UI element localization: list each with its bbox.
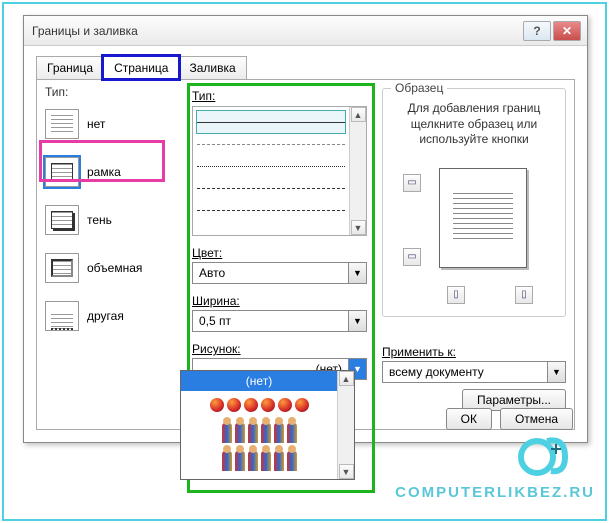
apply-to-row: Применить к: всему документу ▼ Параметры…	[382, 345, 566, 411]
preview-grid: ▭ ▭	[391, 156, 557, 286]
width-value: 0,5 пт	[193, 314, 348, 328]
setting-shadow-label: тень	[87, 213, 112, 227]
ball-icon	[261, 398, 275, 412]
preview-fieldset: Образец Для добавления границ щелкните о…	[382, 88, 566, 317]
person-icon	[287, 451, 297, 471]
person-icon	[235, 423, 245, 443]
tabstrip: Граница Страница Заливка	[36, 56, 246, 79]
tab-border[interactable]: Граница	[36, 56, 104, 79]
person-icon	[261, 451, 271, 471]
person-icon	[248, 451, 258, 471]
art-dropdown-scrollbar[interactable]: ▲ ▼	[337, 371, 354, 479]
ball-icon	[295, 398, 309, 412]
width-label: Ширина:	[192, 294, 372, 308]
preview-column: Образец Для добавления границ щелкните о…	[382, 85, 566, 411]
person-icon	[287, 423, 297, 443]
chevron-down-icon[interactable]: ▼	[348, 311, 366, 331]
close-button[interactable]: ✕	[553, 21, 581, 41]
setting-none[interactable]: нет	[45, 109, 180, 139]
apply-to-combo[interactable]: всему документу ▼	[382, 361, 566, 383]
person-icon	[248, 423, 258, 443]
setting-none-label: нет	[87, 117, 105, 131]
scroll-down-icon[interactable]: ▼	[351, 220, 366, 235]
scroll-down-icon[interactable]: ▼	[339, 464, 354, 479]
line-style-dash[interactable]	[197, 177, 345, 199]
chevron-down-icon[interactable]: ▼	[547, 362, 565, 382]
color-combo[interactable]: Авто ▼	[192, 262, 367, 284]
ball-icon	[227, 398, 241, 412]
setting-shadow-icon	[45, 205, 79, 235]
setting-3d-label: объемная	[87, 261, 142, 275]
scroll-up-icon[interactable]: ▲	[351, 107, 366, 122]
setting-shadow[interactable]: тень	[45, 205, 180, 235]
apply-to-label: Применить к:	[382, 345, 566, 359]
color-value: Авто	[193, 266, 348, 280]
art-option-balls[interactable]	[181, 391, 337, 419]
person-icon	[222, 451, 232, 471]
dialog-title: Границы и заливка	[30, 24, 523, 38]
art-dropdown-popup: (нет) ▲ ▼	[180, 370, 355, 480]
person-icon	[235, 451, 245, 471]
setting-box-icon	[45, 157, 79, 187]
tab-page[interactable]: Страница	[103, 56, 179, 79]
setting-custom[interactable]: другая	[45, 301, 180, 331]
setting-custom-label: другая	[87, 309, 124, 323]
scroll-up-icon[interactable]: ▲	[339, 371, 354, 386]
setting-box[interactable]: рамка	[45, 157, 180, 187]
setting-3d[interactable]: объемная	[45, 253, 180, 283]
line-style-dash-wide[interactable]	[197, 133, 345, 155]
setting-3d-icon	[45, 253, 79, 283]
art-option-none[interactable]: (нет)	[181, 371, 337, 391]
border-right-button[interactable]: ▯	[515, 286, 533, 304]
width-combo[interactable]: 0,5 пт ▼	[192, 310, 367, 332]
art-option-people2[interactable]	[181, 447, 337, 475]
line-style-scrollbar[interactable]: ▲ ▼	[349, 107, 366, 235]
ball-icon	[278, 398, 292, 412]
ball-icon	[210, 398, 224, 412]
person-icon	[274, 451, 284, 471]
art-label: Рисунок:	[192, 342, 372, 356]
person-icon	[222, 423, 232, 443]
line-style-dot[interactable]	[197, 155, 345, 177]
type-heading: Тип:	[45, 85, 180, 99]
page-preview[interactable]	[439, 168, 527, 268]
border-top-button[interactable]: ▭	[403, 174, 421, 192]
titlebar: Границы и заливка ? ✕	[24, 16, 587, 46]
chevron-down-icon[interactable]: ▼	[348, 263, 366, 283]
line-style-list[interactable]: ▲ ▼	[192, 106, 367, 236]
line-style-solid[interactable]	[197, 111, 345, 133]
line-style-dash2[interactable]	[197, 199, 345, 221]
ball-icon	[244, 398, 258, 412]
line-style-items	[193, 107, 349, 235]
style-heading: Тип:	[192, 89, 372, 103]
help-button[interactable]: ?	[523, 21, 551, 41]
watermark-text: COMPUTERLIKBEZ.RU	[395, 484, 595, 501]
setting-custom-icon	[45, 301, 79, 331]
page-preview-text-icon	[453, 193, 513, 243]
preview-hint: Для добавления границ щелкните образец и…	[391, 101, 557, 148]
border-left-button[interactable]: ▯	[447, 286, 465, 304]
tab-shading[interactable]: Заливка	[178, 56, 246, 79]
person-icon	[274, 423, 284, 443]
setting-box-label: рамка	[87, 165, 121, 179]
color-label: Цвет:	[192, 246, 372, 260]
setting-type-column: Тип: нет рамка тень объемная другая	[45, 85, 180, 349]
apply-to-value: всему документу	[383, 365, 547, 379]
ok-button[interactable]: ОК	[446, 408, 492, 430]
border-bottom-button[interactable]: ▭	[403, 248, 421, 266]
person-icon	[261, 423, 271, 443]
art-option-people[interactable]	[181, 419, 337, 447]
preview-heading: Образец	[391, 81, 447, 95]
site-logo-icon	[517, 427, 577, 479]
close-icon: ✕	[562, 24, 572, 38]
style-column: Тип: ▲ ▼ Цвет: Авто ▼ Ширина:	[192, 85, 372, 380]
window-controls: ? ✕	[523, 21, 581, 41]
setting-none-icon	[45, 109, 79, 139]
